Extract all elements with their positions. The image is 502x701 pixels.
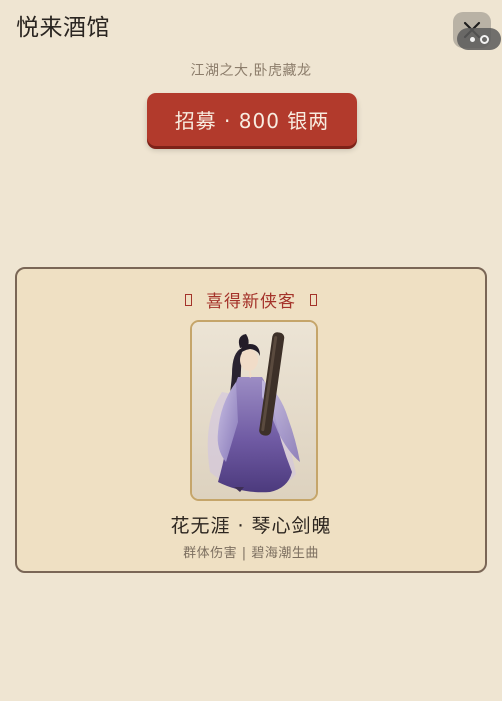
more-options-icon: [469, 36, 475, 42]
target-icon: [479, 34, 489, 44]
tavern-subtitle: 江湖之大,卧虎藏龙: [190, 63, 312, 79]
more-options-button[interactable]: [457, 28, 501, 50]
result-header-text: 喜得新侠客: [206, 292, 296, 312]
unrendered-glyph-icon: [185, 293, 192, 306]
result-header: 喜得新侠客: [17, 287, 485, 312]
hero-portrait: [190, 320, 318, 501]
hero-name: 花无涯 · 琴心剑魄: [170, 515, 332, 537]
hero-description: 群体伤害 | 碧海潮生曲: [183, 546, 319, 561]
page-title: 悦来酒馆: [16, 15, 110, 41]
recruit-button[interactable]: 招募 · 800 银两: [147, 93, 357, 146]
recruit-result-panel: 喜得新侠客 花无涯 · 琴心剑魄 群体伤害 | 碧海潮生曲: [15, 267, 487, 573]
unrendered-glyph-icon: [310, 293, 317, 306]
